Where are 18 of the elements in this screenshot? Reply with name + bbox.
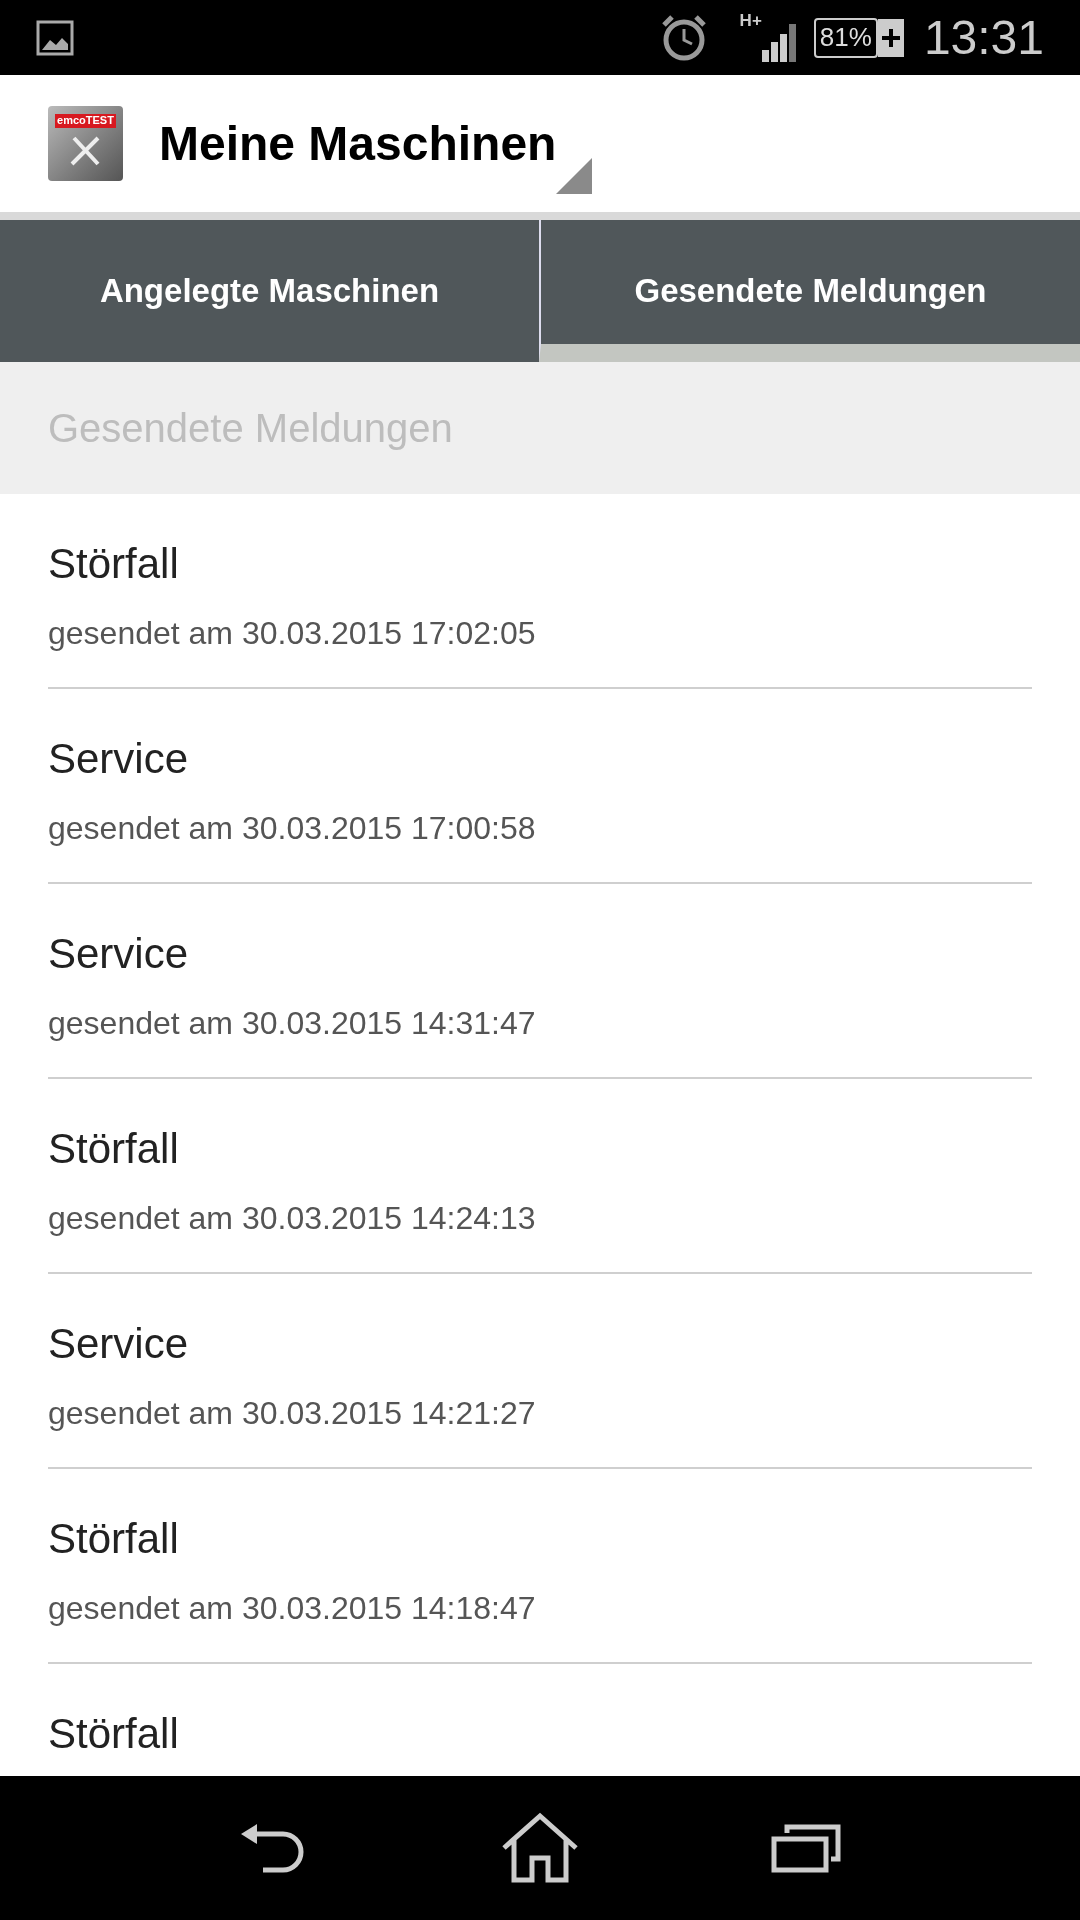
message-item[interactable]: Service gesendet am 30.03.2015 14:21:27	[48, 1274, 1032, 1469]
title-dropdown[interactable]: Meine Maschinen	[159, 93, 593, 194]
image-icon	[36, 19, 74, 56]
message-item[interactable]: Störfall gesendet am 30.03.2015 14:18:47	[48, 1469, 1032, 1664]
message-item[interactable]: Störfall gesendet am 30.03.2015 14:24:13	[48, 1079, 1032, 1274]
tab[interactable]: Angelegte Maschinen	[0, 220, 539, 362]
battery-indicator: 81%	[813, 17, 878, 58]
clock-time: 13:31	[923, 9, 1044, 66]
home-icon[interactable]	[500, 1812, 580, 1884]
message-item[interactable]: Service gesendet am 30.03.2015 17:00:58	[48, 689, 1032, 884]
message-item[interactable]: Störfall gesendet am 30.03.2015 17:02:05	[48, 494, 1032, 689]
app-logo: emcoTEST	[48, 106, 123, 181]
message-item[interactable]: Service gesendet am 30.03.2015 14:31:47	[48, 884, 1032, 1079]
signal-icon	[761, 21, 798, 62]
charging-icon	[877, 18, 904, 57]
network-type: H+	[739, 10, 762, 32]
dropdown-corner-icon	[556, 157, 593, 194]
recent-apps-icon[interactable]	[770, 1823, 841, 1873]
